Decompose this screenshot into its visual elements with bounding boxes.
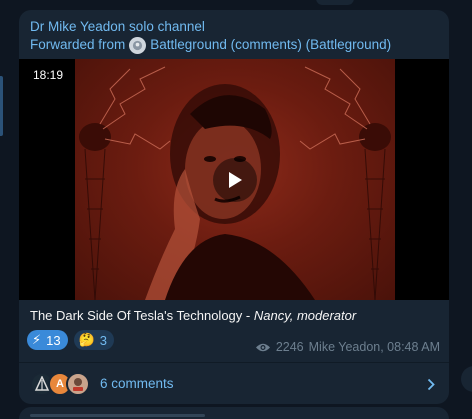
eye-icon	[255, 343, 270, 351]
forwarded-source[interactable]: Battleground (comments) (Battleground)	[150, 36, 391, 54]
forwarded-prefix: Forwarded from	[30, 37, 126, 52]
avatar	[66, 371, 90, 396]
source-avatar-icon	[129, 36, 147, 54]
chevron-right-icon	[427, 378, 435, 391]
reactions-bar: ⚡ 13 🤔 3	[27, 330, 115, 350]
play-icon	[229, 172, 242, 188]
commenter-avatars: A	[30, 371, 92, 396]
video-player[interactable]: 18:19	[19, 59, 449, 300]
video-duration: 18:19	[30, 67, 67, 83]
comments-bar[interactable]: A 6 comments	[19, 363, 449, 404]
share-arrow-icon	[468, 373, 472, 385]
message-meta: 2246 Mike Yeadon, 08:48 AM	[255, 340, 440, 354]
forwarded-from[interactable]: Forwarded from Battleground (comments) (…	[30, 36, 438, 54]
reaction-thinking[interactable]: 🤔 3	[73, 330, 115, 350]
reaction-lightning[interactable]: ⚡ 13	[27, 330, 68, 350]
next-message-fragment	[30, 414, 205, 417]
channel-name[interactable]: Dr Mike Yeadon solo channel	[30, 18, 438, 36]
caption-author: Nancy, moderator	[253, 308, 357, 323]
post-signature: Mike Yeadon, 08:48 AM	[308, 340, 440, 354]
next-message-bubble	[19, 407, 449, 419]
message-caption: The Dark Side Of Tesla's Technology - Na…	[30, 307, 356, 325]
view-count: 2246	[275, 340, 304, 354]
reaction-count: 13	[46, 332, 61, 348]
comments-count[interactable]: 6 comments	[100, 376, 174, 391]
thinking-face-icon: 🤔	[78, 332, 95, 347]
chat-list-active-edge	[0, 76, 3, 136]
caption-title: The Dark Side Of Tesla's Technology -	[30, 308, 254, 323]
message-bubble[interactable]: Dr Mike Yeadon solo channel Forwarded fr…	[19, 10, 449, 404]
previous-message-fragment	[316, 0, 354, 5]
message-header: Dr Mike Yeadon solo channel Forwarded fr…	[19, 10, 449, 54]
reaction-count: 3	[99, 332, 108, 348]
lightning-icon: ⚡	[32, 332, 42, 347]
play-button[interactable]	[213, 158, 257, 202]
